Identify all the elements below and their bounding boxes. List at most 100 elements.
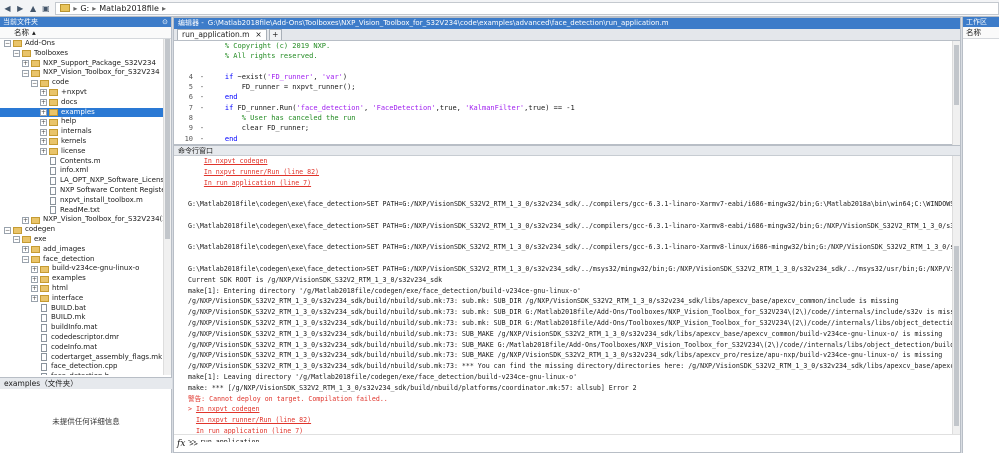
command-scrollbar[interactable] <box>952 156 960 434</box>
tab-label[interactable]: run_application.m <box>182 30 249 40</box>
name-column-header[interactable]: 名称 <box>14 27 29 38</box>
tree-folder-item[interactable]: + interface <box>0 294 163 304</box>
fx-icon[interactable]: fx <box>177 439 185 449</box>
name-column-header[interactable]: 名称 <box>966 27 981 38</box>
details-title[interactable]: examples（文件夹） <box>0 377 172 389</box>
column-header[interactable]: 名称 ▴ <box>0 27 171 39</box>
tree-file-item[interactable]: face_detection.cpp <box>0 362 163 372</box>
collapse-icon[interactable]: − <box>31 79 38 87</box>
scrollbar-thumb[interactable] <box>954 45 959 105</box>
expand-icon[interactable]: + <box>40 128 47 136</box>
panel-menu-icon[interactable]: ⊙ <box>162 17 168 27</box>
stack-trace-link[interactable]: In nxpvt_codegen <box>196 405 260 413</box>
tree-file-item[interactable]: codeInfo.mat <box>0 343 163 353</box>
browse-folder-icon[interactable]: ▣ <box>40 3 51 14</box>
tree-folder-item[interactable]: + examples <box>0 274 163 284</box>
editor-scrollbar[interactable] <box>952 41 960 145</box>
tree-folder-item[interactable]: + add_images <box>0 245 163 255</box>
tree-folder-item[interactable]: + kernels <box>0 137 163 147</box>
tree-file-item[interactable]: nxpvt_install_toolbox.m <box>0 196 163 206</box>
tree-folder-item[interactable]: − NXP_Vision_Toolbox_for_S32V234 <box>0 68 163 78</box>
code-area[interactable]: % Copyright (c) 2019 NXP. % All rights r… <box>174 41 954 145</box>
expand-icon[interactable]: + <box>22 246 29 254</box>
code-line[interactable]: 10- end <box>174 134 954 144</box>
path-drive[interactable]: G: <box>80 4 89 13</box>
new-tab-button[interactable]: + <box>268 29 282 40</box>
expand-icon[interactable]: + <box>31 285 38 293</box>
path-bar[interactable]: ▸ G: ▸ Matlab2018file ▸ <box>55 1 999 15</box>
expand-icon[interactable]: + <box>31 275 38 283</box>
breakpoint-gutter[interactable]: - <box>196 103 208 113</box>
code-line[interactable]: 6- end <box>174 92 954 102</box>
tree-folder-item[interactable]: + html <box>0 284 163 294</box>
tree-folder-item[interactable]: + NXP_Support_Package_S32V234 <box>0 59 163 69</box>
stack-trace-link[interactable]: In nxpvt_runner/Run (line 82) <box>204 168 319 176</box>
collapse-icon[interactable]: − <box>13 50 20 58</box>
collapse-icon[interactable]: − <box>4 40 11 48</box>
breakpoint-gutter[interactable]: - <box>196 123 208 133</box>
tree-file-item[interactable]: info.xml <box>0 166 163 176</box>
back-icon[interactable]: ◀ <box>2 3 13 14</box>
tree-folder-item[interactable]: − face_detection <box>0 255 163 265</box>
collapse-icon[interactable]: − <box>22 69 29 77</box>
tree-file-item[interactable]: codedescriptor.dmr <box>0 333 163 343</box>
tree-folder-item[interactable]: + license <box>0 147 163 157</box>
tree-folder-item[interactable]: − code <box>0 78 163 88</box>
code-line[interactable] <box>174 62 954 72</box>
tree-folder-item[interactable]: − Add-Ons <box>0 39 163 49</box>
tree-file-item[interactable]: ReadMe.txt <box>0 206 163 216</box>
command-output[interactable]: In nxpvt_codegen In nxpvt_runner/Run (li… <box>188 156 952 442</box>
tree-folder-item[interactable]: + docs <box>0 98 163 108</box>
collapse-icon[interactable]: − <box>22 255 29 263</box>
tree-file-item[interactable]: LA_OPT_NXP_Software_License.htm <box>0 176 163 186</box>
forward-icon[interactable]: ▶ <box>15 3 26 14</box>
breakpoint-gutter[interactable] <box>196 62 208 72</box>
collapse-icon[interactable]: − <box>4 226 11 234</box>
path-folder[interactable]: Matlab2018file <box>99 4 159 13</box>
tree-folder-item[interactable]: + help <box>0 117 163 127</box>
breakpoint-gutter[interactable]: - <box>196 82 208 92</box>
tree-file-item[interactable]: BUILD.bat <box>0 304 163 314</box>
tree-scrollbar[interactable] <box>163 39 171 375</box>
expand-icon[interactable]: + <box>31 265 38 273</box>
stack-trace-link[interactable]: In nxpvt_runner/Run (line 82) <box>196 416 311 424</box>
code-line[interactable]: 7- if FD_runner.Run('face_detection', 'F… <box>174 103 954 113</box>
tree-file-item[interactable]: Contents.m <box>0 157 163 167</box>
stack-trace-link[interactable]: In nxpvt_codegen <box>204 157 268 165</box>
tree-file-item[interactable]: BUILD.mk <box>0 313 163 323</box>
breakpoint-gutter[interactable] <box>196 51 208 61</box>
expand-icon[interactable]: + <box>40 89 47 97</box>
code-line[interactable]: % All rights reserved. <box>174 51 954 61</box>
close-icon[interactable]: × <box>255 30 261 40</box>
tab-run-application[interactable]: run_application.m × <box>177 29 267 40</box>
breakpoint-gutter[interactable] <box>196 41 208 51</box>
scrollbar-thumb[interactable] <box>954 246 959 426</box>
breakpoint-gutter[interactable] <box>196 113 208 123</box>
tree-file-item[interactable]: buildInfo.mat <box>0 323 163 333</box>
collapse-icon[interactable]: − <box>13 236 20 244</box>
stack-trace-link[interactable]: In run_application (line 7) <box>204 179 311 187</box>
code-line[interactable]: 5- FD_runner = nxpvt_runner(); <box>174 82 954 92</box>
code-line[interactable]: 8 % User has canceled the run <box>174 113 954 123</box>
tree-file-item[interactable]: face_detection.h <box>0 372 163 375</box>
breakpoint-gutter[interactable]: - <box>196 72 208 82</box>
breakpoint-gutter[interactable]: - <box>196 92 208 102</box>
tree-folder-item[interactable]: + NXP_Vision_Toolbox_for_S32V234(2) <box>0 215 163 225</box>
breakpoint-gutter[interactable]: - <box>196 134 208 144</box>
code-line[interactable]: 4- if ~exist('FD_runner', 'var') <box>174 72 954 82</box>
tree-folder-item[interactable]: − exe <box>0 235 163 245</box>
expand-icon[interactable]: + <box>31 295 38 303</box>
tree-folder-item[interactable]: + internals <box>0 127 163 137</box>
expand-icon[interactable]: + <box>40 138 47 146</box>
code-line[interactable]: 9- clear FD_runner; <box>174 123 954 133</box>
scrollbar-thumb[interactable] <box>165 39 170 239</box>
expand-icon[interactable]: + <box>40 148 47 156</box>
expand-icon[interactable]: + <box>22 216 29 224</box>
tree-file-item[interactable]: codertarget_assembly_flags.mk <box>0 353 163 363</box>
tree-folder-item[interactable]: − Toolboxes <box>0 49 163 59</box>
column-header[interactable]: 名称 <box>963 27 999 39</box>
tree-folder-item[interactable]: − codegen <box>0 225 163 235</box>
tree-folder-item[interactable]: + examples <box>0 107 163 118</box>
tree-folder-item[interactable]: + build-v234ce-gnu-linux-o <box>0 264 163 274</box>
expand-icon[interactable]: + <box>40 99 47 107</box>
